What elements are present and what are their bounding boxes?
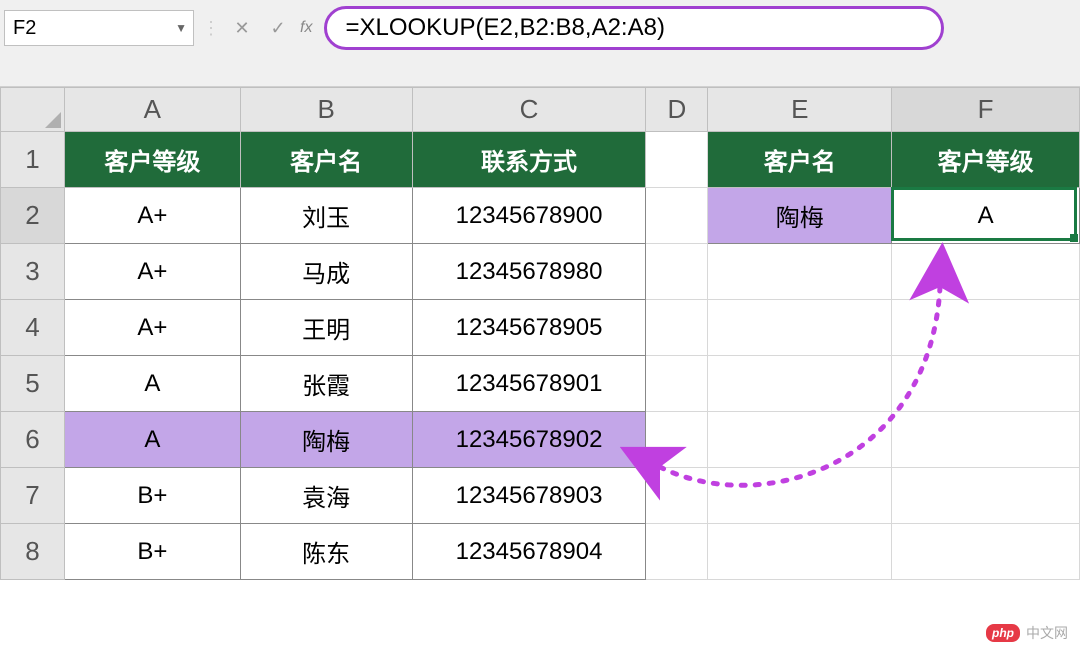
cell-E5[interactable] <box>708 356 892 412</box>
cell-A3[interactable]: A+ <box>64 244 240 300</box>
row-head-6[interactable]: 6 <box>1 412 65 468</box>
col-head-D[interactable]: D <box>646 88 708 132</box>
name-box[interactable]: F2 ▼ <box>4 10 194 46</box>
cell-B4[interactable]: 王明 <box>240 300 412 356</box>
confirm-formula-icon[interactable]: ✓ <box>264 14 292 42</box>
fx-icon[interactable]: fx <box>300 19 312 37</box>
name-box-value: F2 <box>13 17 36 40</box>
header-phone[interactable]: 联系方式 <box>412 132 646 188</box>
row-head-1[interactable]: 1 <box>1 132 65 188</box>
col-head-B[interactable]: B <box>240 88 412 132</box>
table-row: 3 A+ 马成 12345678980 <box>1 244 1080 300</box>
cell-F4[interactable] <box>892 300 1080 356</box>
cell-E2-lookup-name[interactable]: 陶梅 <box>708 188 892 244</box>
row-head-7[interactable]: 7 <box>1 468 65 524</box>
table-row: 2 A+ 刘玉 12345678900 陶梅 A <box>1 188 1080 244</box>
cell-D2[interactable] <box>646 188 708 244</box>
col-head-E[interactable]: E <box>708 88 892 132</box>
cell-A5[interactable]: A <box>64 356 240 412</box>
cell-E8[interactable] <box>708 524 892 580</box>
cell-F8[interactable] <box>892 524 1080 580</box>
select-all-corner[interactable] <box>1 88 65 132</box>
col-head-A[interactable]: A <box>64 88 240 132</box>
cell-A7[interactable]: B+ <box>64 468 240 524</box>
cell-F2-lookup-result[interactable]: A <box>892 188 1080 244</box>
cell-B3[interactable]: 马成 <box>240 244 412 300</box>
watermark: php 中文网 <box>986 623 1068 643</box>
row-head-2[interactable]: 2 <box>1 188 65 244</box>
cell-A2[interactable]: A+ <box>64 188 240 244</box>
chevron-down-icon[interactable]: ▼ <box>175 21 187 35</box>
cell-D8[interactable] <box>646 524 708 580</box>
cell-E3[interactable] <box>708 244 892 300</box>
cell-B6[interactable]: 陶梅 <box>240 412 412 468</box>
cell-F7[interactable] <box>892 468 1080 524</box>
cell-B8[interactable]: 陈东 <box>240 524 412 580</box>
cell-C3[interactable]: 12345678980 <box>412 244 646 300</box>
cell-B7[interactable]: 袁海 <box>240 468 412 524</box>
table-row: 8 B+ 陈东 12345678904 <box>1 524 1080 580</box>
row-head-8[interactable]: 8 <box>1 524 65 580</box>
header-grade[interactable]: 客户等级 <box>64 132 240 188</box>
col-head-C[interactable]: C <box>412 88 646 132</box>
header-lookup-name[interactable]: 客户名 <box>708 132 892 188</box>
cell-D1[interactable] <box>646 132 708 188</box>
header-lookup-grade[interactable]: 客户等级 <box>892 132 1080 188</box>
cell-F3[interactable] <box>892 244 1080 300</box>
cell-D3[interactable] <box>646 244 708 300</box>
formula-input[interactable]: =XLOOKUP(E2,B2:B8,A2:A8) <box>324 6 944 50</box>
formula-text: =XLOOKUP(E2,B2:B8,A2:A8) <box>345 14 665 42</box>
cell-D6[interactable] <box>646 412 708 468</box>
cancel-formula-icon[interactable]: ✕ <box>228 14 256 42</box>
table-row: 7 B+ 袁海 12345678903 <box>1 468 1080 524</box>
cell-F6[interactable] <box>892 412 1080 468</box>
table-row: 6 A 陶梅 12345678902 <box>1 412 1080 468</box>
cell-B5[interactable]: 张霞 <box>240 356 412 412</box>
cell-C4[interactable]: 12345678905 <box>412 300 646 356</box>
cell-B2[interactable]: 刘玉 <box>240 188 412 244</box>
cell-A6[interactable]: A <box>64 412 240 468</box>
formula-bar: F2 ▼ ⋮ ✕ ✓ fx =XLOOKUP(E2,B2:B8,A2:A8) <box>0 0 1080 87</box>
cell-A8[interactable]: B+ <box>64 524 240 580</box>
spreadsheet-grid: A B C D E F 1 客户等级 客户名 联系方式 客户名 客户等级 2 A… <box>0 87 1080 580</box>
row-head-5[interactable]: 5 <box>1 356 65 412</box>
watermark-text: 中文网 <box>1026 623 1068 643</box>
header-name[interactable]: 客户名 <box>240 132 412 188</box>
cell-C5[interactable]: 12345678901 <box>412 356 646 412</box>
cell-C7[interactable]: 12345678903 <box>412 468 646 524</box>
cell-D7[interactable] <box>646 468 708 524</box>
column-header-row: A B C D E F <box>1 88 1080 132</box>
sheet-table: A B C D E F 1 客户等级 客户名 联系方式 客户名 客户等级 2 A… <box>0 87 1080 580</box>
divider-icon: ⋮ <box>202 18 220 39</box>
cell-E7[interactable] <box>708 468 892 524</box>
watermark-badge: php <box>986 624 1020 642</box>
cell-A4[interactable]: A+ <box>64 300 240 356</box>
row-head-4[interactable]: 4 <box>1 300 65 356</box>
table-row: 4 A+ 王明 12345678905 <box>1 300 1080 356</box>
row-head-3[interactable]: 3 <box>1 244 65 300</box>
table-row: 1 客户等级 客户名 联系方式 客户名 客户等级 <box>1 132 1080 188</box>
col-head-F[interactable]: F <box>892 88 1080 132</box>
cell-E4[interactable] <box>708 300 892 356</box>
cell-E6[interactable] <box>708 412 892 468</box>
table-row: 5 A 张霞 12345678901 <box>1 356 1080 412</box>
cell-C6[interactable]: 12345678902 <box>412 412 646 468</box>
cell-D4[interactable] <box>646 300 708 356</box>
cell-D5[interactable] <box>646 356 708 412</box>
cell-C2[interactable]: 12345678900 <box>412 188 646 244</box>
cell-F5[interactable] <box>892 356 1080 412</box>
cell-C8[interactable]: 12345678904 <box>412 524 646 580</box>
